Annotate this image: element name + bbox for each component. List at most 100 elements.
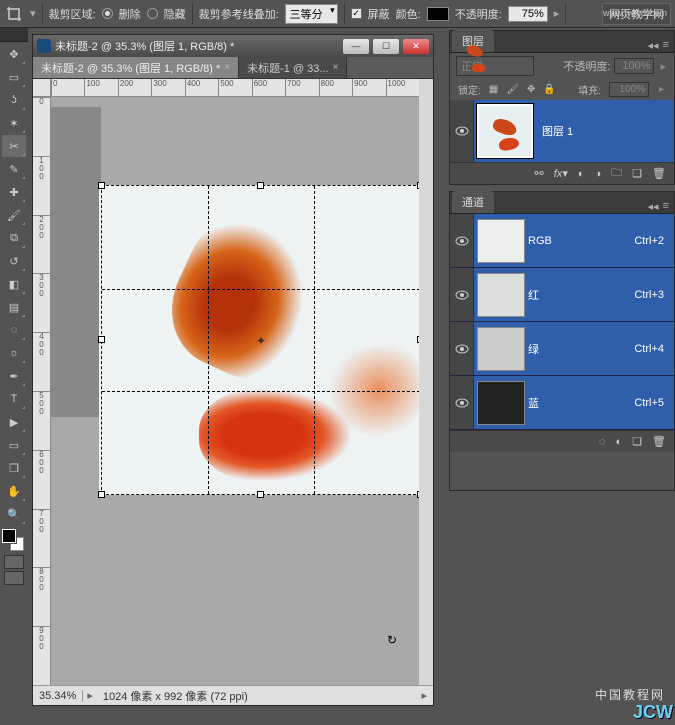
crop-tool[interactable]: ✂ [2,135,26,157]
screen-mode-toggle[interactable] [4,571,24,585]
crop-handle-w[interactable] [98,336,105,343]
vertical-ruler[interactable]: 0100200300400500600700800900 [33,97,51,685]
dodge-tool[interactable]: ☼ [2,342,26,364]
new-layer-icon[interactable]: ❏ [632,167,642,180]
status-flyout-icon[interactable]: ▸ [83,689,97,702]
zoom-tool[interactable]: 🔍 [2,503,26,525]
shield-checkbox[interactable]: ✓ [351,8,362,19]
layer-name[interactable]: 图层 1 [536,123,573,139]
tool-preset-picker[interactable]: ▾ [30,7,36,20]
visibility-toggle[interactable] [450,100,474,162]
channel-thumbnail[interactable] [477,327,525,371]
type-tool[interactable]: T [2,388,26,410]
close-tab-icon[interactable]: × [224,62,230,73]
radio-delete-label[interactable]: 删除 [119,6,141,22]
eraser-tool[interactable]: ◧ [2,273,26,295]
guide-overlay-dropdown[interactable]: 三等分 [285,4,338,24]
gradient-tool[interactable]: ▤ [2,296,26,318]
channel-thumbnail[interactable] [477,381,525,425]
channel-item[interactable]: 蓝 Ctrl+5 [450,376,674,430]
lock-position-icon[interactable]: ✥ [527,84,535,95]
crop-handle-sw[interactable] [98,491,105,498]
delete-layer-icon[interactable]: 🗑 [652,167,666,180]
layer-mask-icon[interactable]: ◐ [578,168,585,180]
history-brush-tool[interactable]: ↺ [2,250,26,272]
quick-mask-toggle[interactable] [4,555,24,569]
horizontal-ruler[interactable]: 01002003004005006007008009001000 [51,79,419,97]
tools-drag-tab[interactable] [0,28,28,42]
fill-opacity-input[interactable]: 100% [609,82,649,97]
radio-delete[interactable] [102,8,113,19]
document-tab[interactable]: 未标题-2 @ 35.3% (图层 1, RGB/8) * × [33,57,239,78]
canvas-viewport[interactable]: ✦ ↻ [51,97,419,685]
radio-hide-label[interactable]: 隐藏 [164,6,186,22]
marquee-tool[interactable]: ▭ [2,66,26,88]
channel-thumbnail[interactable] [477,273,525,317]
pen-tool[interactable]: ✒ [2,365,26,387]
delete-channel-icon[interactable]: 🗑 [652,435,666,448]
color-picker[interactable] [2,529,24,551]
eyedropper-tool[interactable]: ✎ [2,158,26,180]
window-minimize-button[interactable]: — [343,39,369,54]
path-select-tool[interactable]: ▶ [2,411,26,433]
panel-menu-icon[interactable]: ≡ [663,39,669,52]
visibility-toggle[interactable] [450,214,474,267]
vertical-scrollbar[interactable] [419,79,433,685]
channel-item[interactable]: RGB Ctrl+2 [450,214,674,268]
layer-opacity-input[interactable]: 100% [614,58,654,74]
close-tab-icon[interactable]: × [333,62,339,73]
save-selection-icon[interactable]: ◐ [616,436,623,448]
window-titlebar[interactable]: 未标题-2 @ 35.3% (图层 1, RGB/8) * — ☐ ✕ [33,35,433,57]
link-layers-icon[interactable]: ⚯ [535,167,544,180]
collapse-icon[interactable]: ◂◂ [648,39,659,52]
load-selection-icon[interactable]: ◌ [599,436,606,448]
crop-bounding-box[interactable]: ✦ [101,185,419,495]
shield-opacity-input[interactable]: 75% [508,6,548,22]
channel-item[interactable]: 红 Ctrl+3 [450,268,674,322]
opacity-slider-flyout[interactable]: ▸ [554,7,560,20]
zoom-level-input[interactable]: 35.34% [33,690,83,702]
document-tab[interactable]: 未标题-1 @ 33... × [239,57,347,78]
collapse-icon[interactable]: ◂◂ [648,200,659,213]
ruler-origin[interactable] [33,79,51,97]
layer-item[interactable]: 图层 1 [450,100,674,162]
hand-tool[interactable]: ✋ [2,480,26,502]
layer-style-icon[interactable]: fx▾ [554,167,568,180]
shield-label[interactable]: 屏蔽 [368,6,390,22]
move-tool[interactable]: ✥ [2,43,26,65]
blend-mode-dropdown[interactable]: 正常 [456,56,534,76]
shape-tool[interactable]: ▭ [2,434,26,456]
window-close-button[interactable]: ✕ [403,39,429,54]
shield-color-swatch[interactable] [427,7,449,21]
crop-handle-n[interactable] [257,182,264,189]
crop-handle-nw[interactable] [98,182,105,189]
layer-group-icon[interactable]: 🗀 [611,164,622,183]
lock-transparency-icon[interactable]: ▦ [489,84,498,95]
visibility-toggle[interactable] [450,322,474,375]
channel-thumbnail[interactable] [477,219,525,263]
visibility-toggle[interactable] [450,268,474,321]
crop-handle-s[interactable] [257,491,264,498]
lasso-tool[interactable]: ʖ [2,89,26,111]
3d-tool[interactable]: ❒ [2,457,26,479]
opacity-flyout[interactable]: ▸ [658,60,668,73]
crop-tool-icon[interactable] [4,4,24,24]
stamp-tool[interactable]: ⧉ [2,227,26,249]
lock-pixels-icon[interactable]: 🖌 [506,84,519,95]
radio-hide[interactable] [147,8,158,19]
status-menu-icon[interactable]: ▸ [415,689,433,702]
new-channel-icon[interactable]: ❏ [632,435,642,448]
brush-tool[interactable]: 🖌 [2,204,26,226]
adjustment-layer-icon[interactable]: ◑ [595,168,602,180]
panel-menu-icon[interactable]: ≡ [663,200,669,213]
layer-thumbnail[interactable] [477,104,533,158]
foreground-color-swatch[interactable] [2,529,16,543]
window-maximize-button[interactable]: ☐ [373,39,399,54]
healing-tool[interactable]: ✚ [2,181,26,203]
lock-all-icon[interactable]: 🔒 [543,84,555,95]
channels-tab[interactable]: 通道 [452,191,494,213]
channel-item[interactable]: 绿 Ctrl+4 [450,322,674,376]
visibility-toggle[interactable] [450,376,474,429]
fill-flyout[interactable]: ▸ [657,84,666,95]
quick-select-tool[interactable]: ✶ [2,112,26,134]
